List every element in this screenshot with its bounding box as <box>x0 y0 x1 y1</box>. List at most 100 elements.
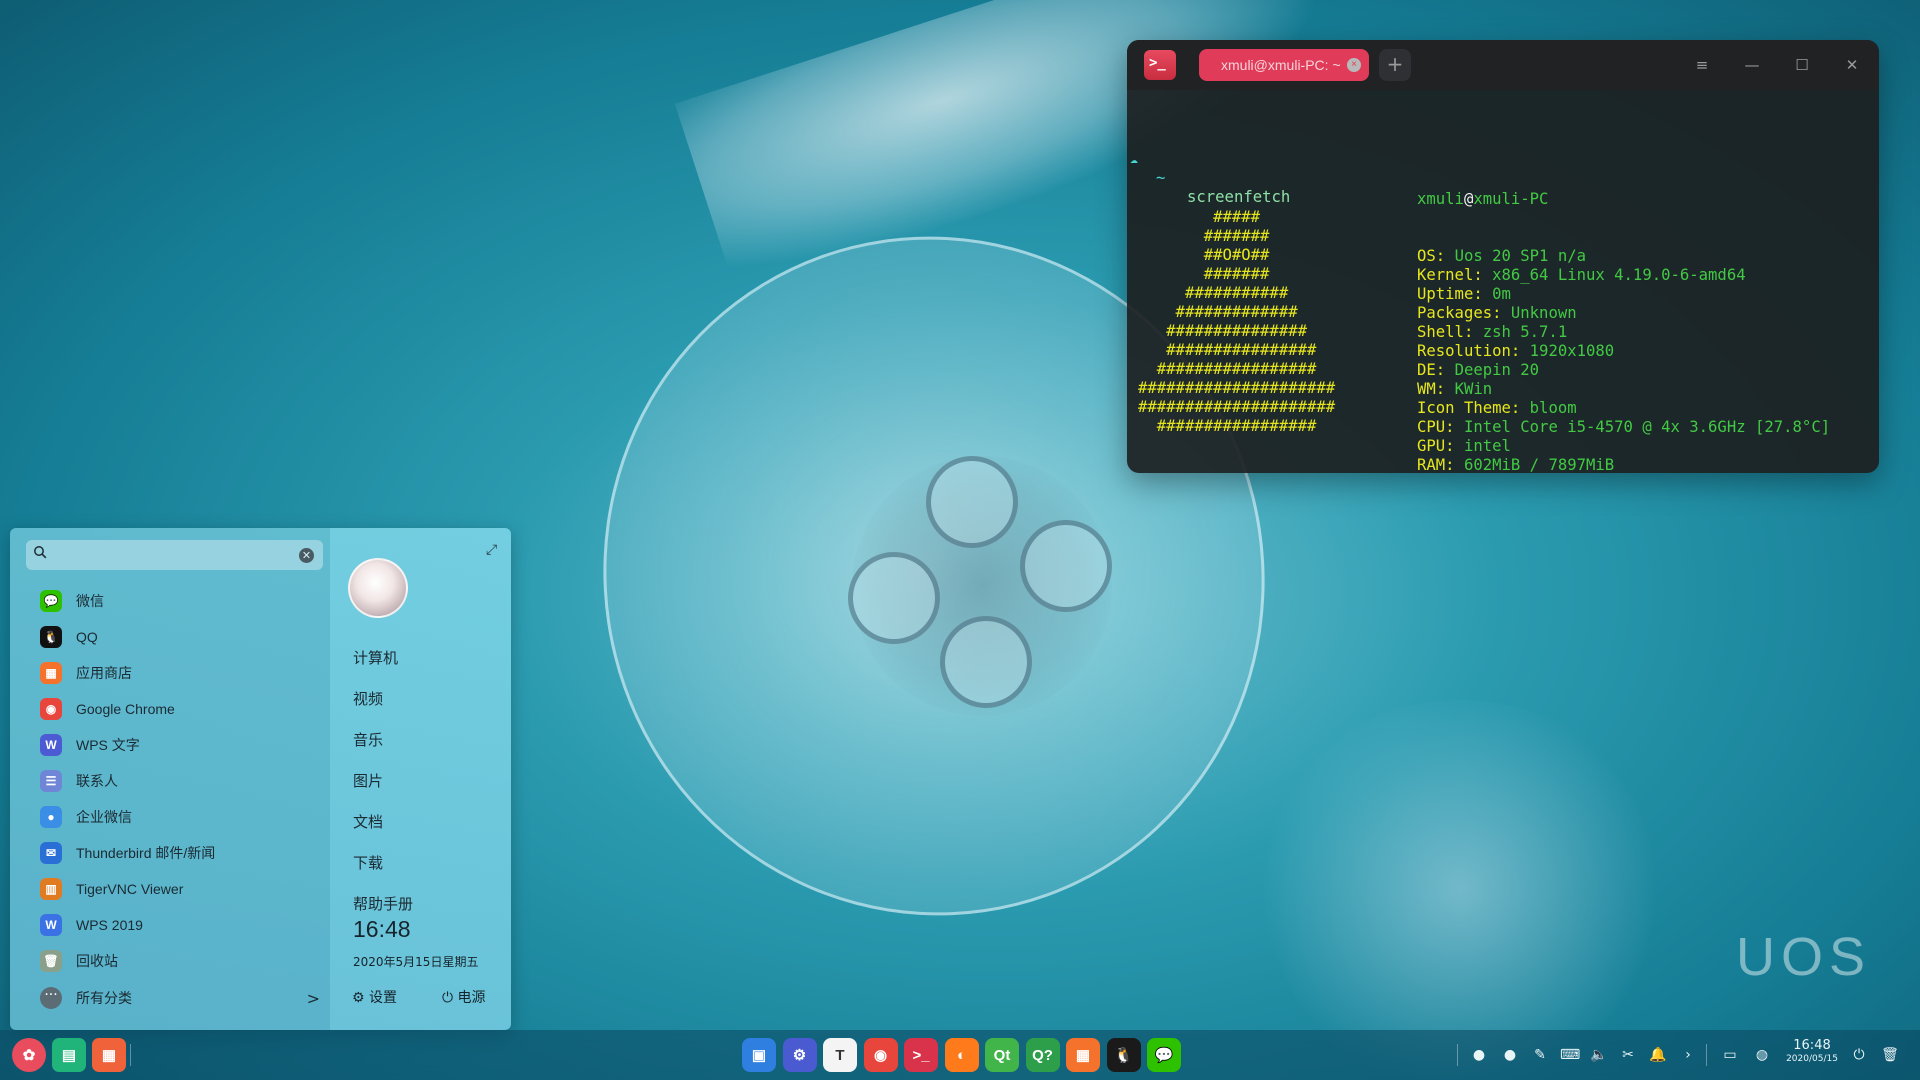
launcher-icon[interactable]: ✿ <box>12 1038 46 1072</box>
app-label: QQ <box>76 629 98 645</box>
app-item[interactable]: 🐧 QQ <box>26 619 326 655</box>
power-label: 电源 <box>457 990 486 1006</box>
minimize-icon[interactable]: — <box>1739 52 1765 78</box>
trash-icon[interactable]: 🗑 <box>1880 1045 1900 1065</box>
file-manager-icon[interactable]: ▣ <box>742 1038 776 1072</box>
qt-assistant-icon[interactable]: Q? <box>1025 1038 1060 1072</box>
app-item[interactable]: ✉ Thunderbird 邮件/新闻 <box>26 835 326 871</box>
ascii-art-line: ##O#O## <box>1138 246 1270 264</box>
clear-search-icon[interactable]: ✕ <box>299 548 314 563</box>
terminal-titlebar[interactable]: >_ xmuli@xmuli-PC: ~ × + ≡ — ☐ ✕ <box>1127 40 1879 90</box>
qt-creator-icon[interactable]: Qt <box>985 1038 1019 1072</box>
command-text: screenfetch <box>1187 188 1291 206</box>
chrome-icon[interactable]: ◉ <box>863 1038 898 1072</box>
search-icon <box>34 546 47 559</box>
power-button[interactable]: ⏻ 电源 <box>442 983 486 1013</box>
prompt-line: ☁ ~ screenfetch <box>1127 131 1290 206</box>
ascii-art-line: ####### <box>1138 227 1270 245</box>
terminal-window[interactable]: >_ xmuli@xmuli-PC: ~ × + ≡ — ☐ ✕ ☁ ~ scr… <box>1127 40 1879 473</box>
search-input[interactable]: ✕ <box>26 540 323 570</box>
volume-icon[interactable]: 🔈 <box>1589 1045 1609 1065</box>
avatar[interactable] <box>348 558 408 618</box>
screenfetch-ascii-logo: ##### ####### ##O#O## ####### ##########… <box>1138 208 1335 436</box>
menu-icon[interactable]: ≡ <box>1689 52 1715 78</box>
tray-qq-icon[interactable]: ● <box>1500 1045 1520 1065</box>
firefox-icon[interactable]: ◐ <box>944 1038 979 1072</box>
app-label: 微信 <box>76 593 104 609</box>
screenfetch-info-line: WM: KWin <box>1417 380 1830 399</box>
ascii-art-line: ####### <box>1138 265 1270 283</box>
app-store-icon[interactable]: ▦ <box>1066 1038 1100 1072</box>
taskbar-date[interactable]: 2020/05/15 <box>1784 1054 1840 1064</box>
contacts-icon: ☰ <box>40 770 62 792</box>
screenfetch-info-line: GPU: intel <box>1417 437 1830 456</box>
screenshot-icon[interactable]: ✂ <box>1618 1045 1638 1065</box>
info-value: KWin <box>1454 380 1493 398</box>
app-label: WPS 2019 <box>76 917 143 933</box>
screenfetch-info-line: Shell: zsh 5.7.1 <box>1417 323 1830 342</box>
app-item[interactable]: ▦ 应用商店 <box>26 655 326 691</box>
workspace-icon[interactable]: ▦ <box>92 1038 126 1072</box>
app-item[interactable]: ☰ 联系人 <box>26 763 326 799</box>
info-key: OS: <box>1417 247 1455 265</box>
tray-pen-icon[interactable]: ✎ <box>1530 1045 1550 1065</box>
app-label: 回收站 <box>76 953 118 969</box>
all-categories-button[interactable]: ··· 所有分类 > <box>26 983 320 1013</box>
screenfetch-info: xmuli@xmuli-PC OS: Uos 20 SP1 n/a Kernel:… <box>1417 152 1830 473</box>
ascii-art-line: ################# <box>1138 417 1317 435</box>
app-item[interactable]: 💬 微信 <box>26 583 326 619</box>
start-menu[interactable]: ✕ 💬 微信 🐧 QQ ▦ 应用商店 ◉ Google Chrome W WPS 文字 ☰ 联系人 ● 企… <box>10 528 511 1030</box>
start-menu-app-panel: ✕ 💬 微信 🐧 QQ ▦ 应用商店 ◉ Google Chrome W WPS 文字 ☰ 联系人 ● 企… <box>10 528 330 1030</box>
new-tab-button[interactable]: + <box>1379 49 1411 81</box>
info-value: x86_64 Linux 4.19.0-6-amd64 <box>1492 266 1746 284</box>
terminal-body[interactable]: ☁ ~ screenfetch ##### ####### ##O#O## ##… <box>1127 90 1879 473</box>
place-item[interactable]: 视频 <box>353 679 503 720</box>
network-icon[interactable]: ◍ <box>1752 1045 1772 1065</box>
info-key: GPU: <box>1417 437 1464 455</box>
screenfetch-info-line: Kernel: x86_64 Linux 4.19.0-6-amd64 <box>1417 266 1830 285</box>
close-icon[interactable]: ✕ <box>1839 52 1865 78</box>
launcher-date: 2020年5月15日星期五 <box>353 955 479 969</box>
app-item[interactable]: W WPS 文字 <box>26 727 326 763</box>
app-item[interactable]: 🗑 回收站 <box>26 943 326 979</box>
maximize-icon[interactable]: ☐ <box>1789 52 1815 78</box>
app-label: Thunderbird 邮件/新闻 <box>76 845 216 861</box>
app-item[interactable]: W WPS 2019 <box>26 907 326 943</box>
terminal-tab[interactable]: xmuli@xmuli-PC: ~ × <box>1199 49 1369 81</box>
place-item[interactable]: 计算机 <box>353 638 503 679</box>
start-menu-side-panel: ⤢ 计算机 视频 音乐 图片 文档 下载 帮助手册 16:48 2020年5月15日星期五 … <box>330 528 511 1030</box>
taskbar-clock[interactable]: 16:48 <box>1784 1038 1840 1054</box>
ascii-art-line: ################ <box>1138 341 1317 359</box>
info-value: Deepin 20 <box>1454 361 1540 379</box>
multitask-icon[interactable]: ▤ <box>52 1038 86 1072</box>
place-item[interactable]: 图片 <box>353 761 503 802</box>
info-key: WM: <box>1417 380 1455 398</box>
ascii-art-line: ########### <box>1138 284 1289 302</box>
qq-icon[interactable]: 🐧 <box>1106 1038 1141 1072</box>
keyboard-icon[interactable]: ⌨ <box>1560 1045 1580 1065</box>
trash-icon: 🗑 <box>40 950 62 972</box>
fullscreen-toggle-icon[interactable]: ⤢ <box>486 542 502 558</box>
app-item[interactable]: ◉ Google Chrome <box>26 691 326 727</box>
shutdown-icon[interactable]: ⏻ <box>1849 1045 1869 1065</box>
terminal-icon[interactable]: >_ <box>904 1038 938 1072</box>
place-item[interactable]: 文档 <box>353 802 503 843</box>
tray-wechat-icon[interactable]: ● <box>1469 1045 1489 1065</box>
info-key: Icon Theme: <box>1417 399 1530 417</box>
app-item[interactable]: ● 企业微信 <box>26 799 326 835</box>
settings-button[interactable]: ⚙ 设置 <box>352 983 397 1013</box>
notification-bell-icon[interactable]: 🔔 <box>1648 1045 1668 1065</box>
tray-expand-chevron-icon[interactable]: › <box>1678 1045 1698 1065</box>
settings-icon[interactable]: ⚙ <box>782 1038 817 1072</box>
wallpaper-glow <box>1250 700 1670 1080</box>
settings-label: 设置 <box>369 990 398 1006</box>
place-item[interactable]: 音乐 <box>353 720 503 761</box>
wechat-icon[interactable]: 💬 <box>1147 1038 1181 1072</box>
app-item[interactable]: ▥ TigerVNC Viewer <box>26 871 326 907</box>
tab-close-icon[interactable]: × <box>1347 58 1361 72</box>
chrome-icon: ◉ <box>40 698 62 720</box>
wecom-icon: ● <box>40 806 62 828</box>
place-item[interactable]: 下载 <box>353 843 503 884</box>
text-editor-icon[interactable]: T <box>823 1038 857 1072</box>
input-method-icon[interactable]: ▭ <box>1720 1045 1740 1065</box>
